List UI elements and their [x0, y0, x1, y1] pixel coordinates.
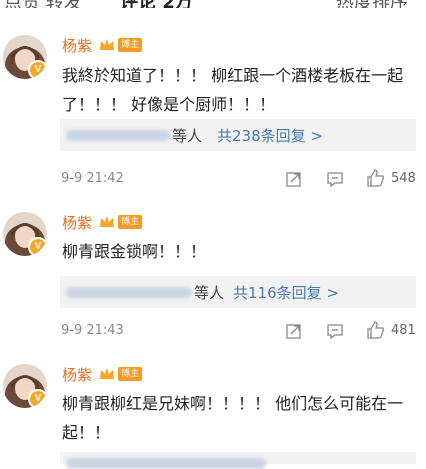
crown-icon [100, 368, 114, 379]
reply-suffix: 等人 [194, 284, 225, 302]
tab-likes-reposts[interactable]: 点赞 转发 [4, 0, 82, 8]
comment-text: 我終於知道了！！！ 柳红跟一个酒楼老板在一起了！！！ 好像是个厨师！！！ [62, 66, 404, 114]
comment-tabs: 点赞 转发 评论 2万 热度排序 [0, 0, 426, 8]
like-icon[interactable] [366, 168, 386, 188]
sort-by-hot[interactable]: 热度排序 [336, 0, 408, 8]
crown-icon [100, 39, 114, 50]
blurred-usernames [66, 130, 170, 141]
host-badge: 博主 [118, 215, 143, 229]
verified-icon: V [28, 389, 47, 408]
timestamp: 9-9 21:43 [61, 323, 124, 338]
tab-comments[interactable]: 评论 2万 [120, 0, 193, 8]
reply-preview[interactable]: 等人 共116条回复 > [60, 276, 416, 308]
host-badge: 博主 [118, 38, 143, 52]
verified-icon: V [28, 60, 47, 79]
reply-preview[interactable] [60, 452, 416, 469]
reply-preview[interactable]: 等人 共238条回复 > [60, 119, 416, 151]
verified-icon: V [28, 237, 47, 256]
comment-icon[interactable] [326, 170, 344, 188]
comment-text: 柳青跟金锁啊！！！ [62, 242, 207, 261]
timestamp: 9-9 21:42 [61, 171, 124, 186]
comment-text: 柳青跟柳红是兄妹啊！！！！ 他们怎么可能在一起！！ [62, 394, 404, 442]
avatar[interactable]: V [3, 35, 47, 79]
like-icon[interactable] [366, 320, 386, 340]
reply-count-link[interactable]: 共116条回复 > [233, 282, 339, 303]
comment-icon[interactable] [326, 322, 344, 340]
crown-icon [100, 216, 114, 227]
author-name[interactable]: 杨紫 [62, 35, 92, 56]
like-count: 481 [391, 323, 416, 338]
author-name[interactable]: 杨紫 [62, 212, 92, 233]
like-count: 548 [391, 171, 416, 186]
avatar[interactable]: V [3, 364, 47, 408]
reply-suffix: 等人 [172, 127, 203, 145]
author-name[interactable]: 杨紫 [62, 364, 92, 385]
share-icon[interactable] [285, 322, 303, 340]
blurred-usernames [66, 287, 192, 298]
avatar[interactable]: V [3, 212, 47, 256]
reply-count-link[interactable]: 共238条回复 > [217, 125, 323, 146]
share-icon[interactable] [285, 170, 303, 188]
host-badge: 博主 [118, 367, 143, 381]
